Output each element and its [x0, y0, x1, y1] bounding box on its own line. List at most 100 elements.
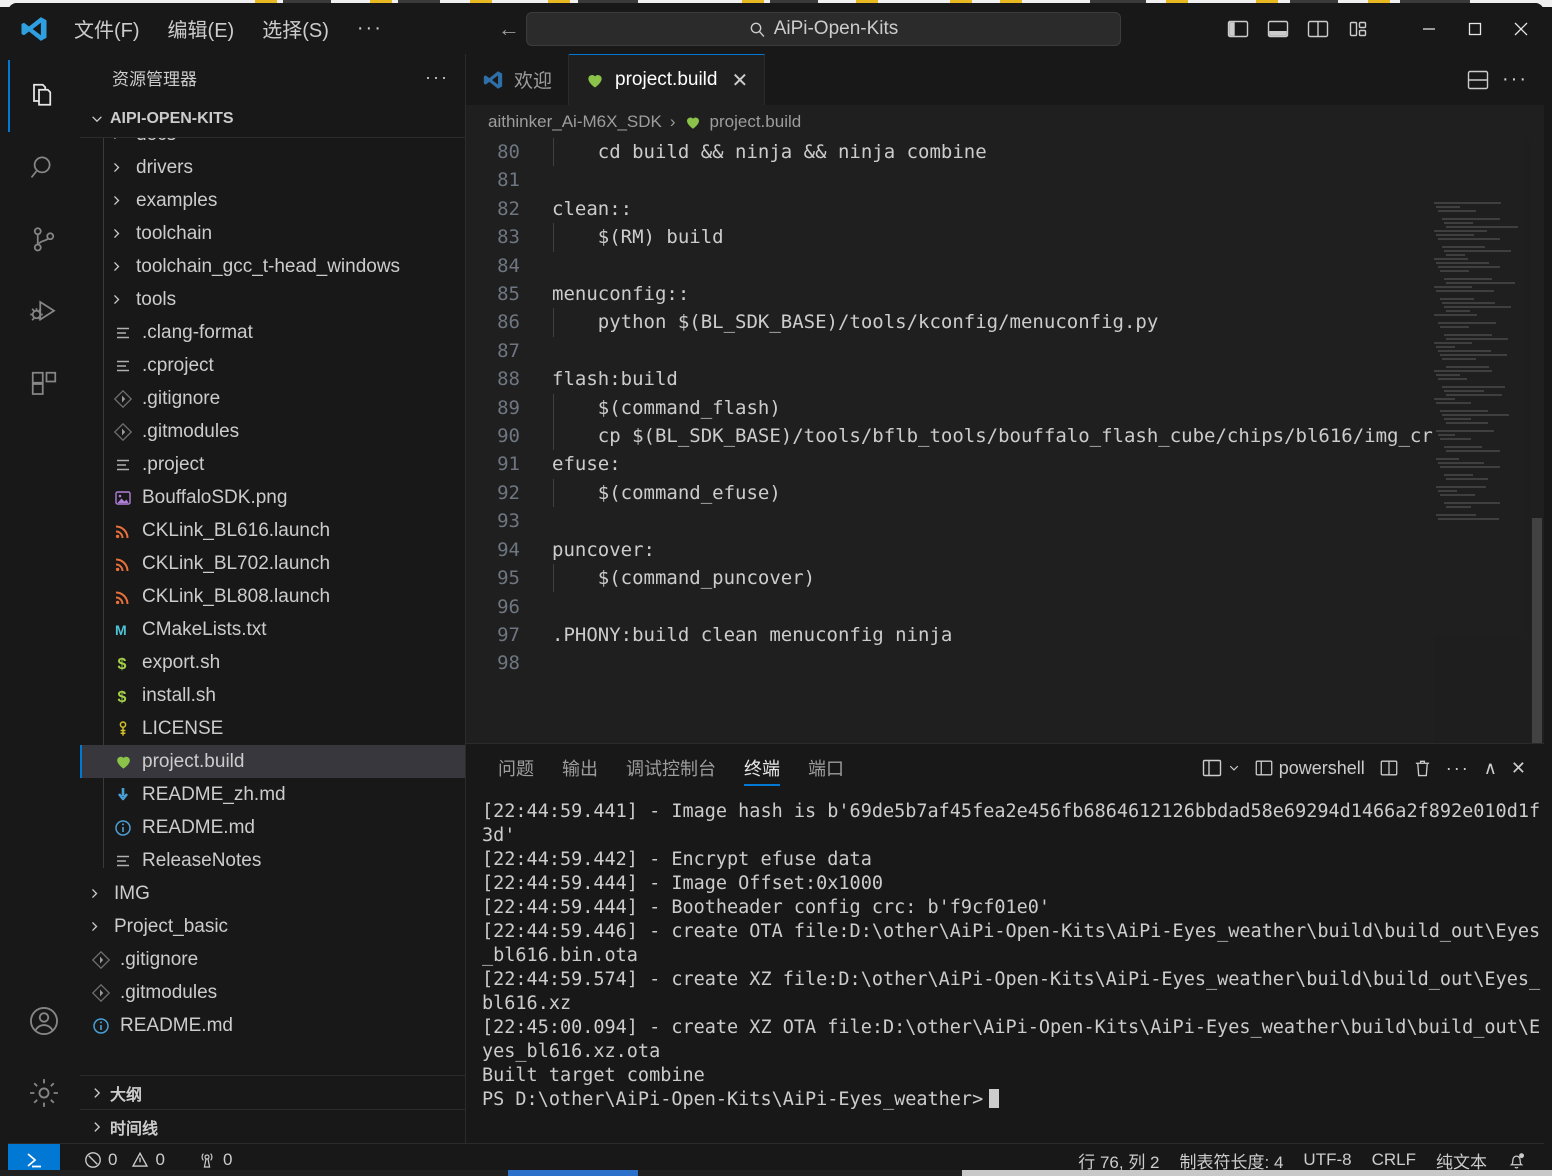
sidebar-section-timeline[interactable]: 时间线 [80, 1109, 465, 1143]
breadcrumb-item-file[interactable]: project.build [710, 112, 802, 132]
tree-item[interactable]: toolchain_gcc_t-head_windows [80, 250, 465, 283]
tree-item[interactable]: ReleaseNotes [80, 844, 465, 877]
code-line[interactable]: menuconfig:: [552, 280, 1544, 308]
tree-item[interactable]: README.md [80, 1009, 465, 1042]
maximize-panel-icon[interactable]: ∧ [1484, 758, 1497, 779]
panel-tab-debug-console[interactable]: 调试控制台 [612, 744, 730, 792]
activity-bar-item-source-control[interactable] [8, 204, 80, 276]
toggle-primary-sidebar-icon[interactable] [1218, 9, 1258, 49]
code-line[interactable] [552, 649, 1544, 677]
tree-item[interactable]: CKLink_BL616.launch [80, 514, 465, 547]
toggle-secondary-sidebar-icon[interactable] [1298, 9, 1338, 49]
tree-item[interactable]: $ export.sh [80, 646, 465, 679]
tree-item[interactable]: BouffaloSDK.png [80, 481, 465, 514]
code-line[interactable]: python $(BL_SDK_BASE)/tools/kconfig/menu… [552, 308, 1544, 336]
breadcrumb-item-folder[interactable]: aithinker_Ai-M6X_SDK [488, 112, 662, 132]
tree-item[interactable]: drivers [80, 151, 465, 184]
code-line[interactable] [552, 593, 1544, 621]
activity-bar-item-explorer[interactable] [8, 60, 80, 132]
split-terminal-icon[interactable] [1379, 758, 1399, 778]
tree-item[interactable]: LICENSE [80, 712, 465, 745]
code-line[interactable] [552, 252, 1544, 280]
launch-profile-button[interactable] [1201, 758, 1240, 778]
code-line[interactable]: cd build && ninja && ninja combine [552, 138, 1544, 166]
split-editor-icon[interactable] [1466, 69, 1490, 91]
tree-item[interactable]: .gitmodules [80, 415, 465, 448]
activity-bar-item-search[interactable] [8, 132, 80, 204]
menu-file[interactable]: 文件(F) [60, 10, 154, 47]
panel-tab-ports[interactable]: 端口 [794, 744, 858, 792]
code-line[interactable] [552, 507, 1544, 535]
code-line[interactable]: $(RM) build [552, 223, 1544, 251]
panel-more-actions-icon[interactable]: ··· [1446, 758, 1470, 779]
code-editor[interactable]: 80 81 82 83 84 85 86 87 88 89 90 91 92 93 94 95 96 97 98 c… [466, 138, 1544, 743]
terminal-output[interactable]: [22:44:59.441] - Image hash is b'69de5b7… [466, 792, 1544, 1143]
editor-scrollbar-thumb[interactable] [1532, 518, 1542, 743]
tree-item[interactable]: M CMakeLists.txt [80, 613, 465, 646]
tree-item[interactable]: docs [80, 138, 465, 151]
tree-item[interactable]: README_zh.md [80, 778, 465, 811]
window-maximize-button[interactable] [1452, 3, 1498, 54]
tree-item[interactable]: $ install.sh [80, 679, 465, 712]
code-line[interactable]: puncover: [552, 536, 1544, 564]
code-line[interactable]: $(command_efuse) [552, 479, 1544, 507]
code-line[interactable]: $(command_puncover) [552, 564, 1544, 592]
code-content[interactable]: cd build && ninja && ninja combine clean… [534, 138, 1544, 743]
tree-item[interactable]: .gitignore [80, 943, 465, 976]
tree-item[interactable]: .project [80, 448, 465, 481]
command-center[interactable]: AiPi-Open-Kits [526, 12, 1121, 46]
tree-item[interactable]: .cproject [80, 349, 465, 382]
tree-item[interactable]: CKLink_BL808.launch [80, 580, 465, 613]
editor-scrollbar[interactable] [1530, 138, 1544, 743]
code-line[interactable]: cp $(BL_SDK_BASE)/tools/bflb_tools/bouff… [552, 422, 1544, 450]
code-line[interactable] [552, 166, 1544, 194]
tree-item[interactable]: CKLink_BL702.launch [80, 547, 465, 580]
code-line[interactable]: flash:build [552, 365, 1544, 393]
toggle-panel-icon[interactable] [1258, 9, 1298, 49]
window-close-button[interactable] [1498, 3, 1544, 54]
activity-bar-item-accounts[interactable] [8, 985, 80, 1057]
file-tree[interactable]: docs drivers examples toolchain toolchain_gc… [80, 137, 465, 1075]
breadcrumb[interactable]: aithinker_Ai-M6X_SDK › project.build [466, 105, 1544, 138]
sidebar-section-outline[interactable]: 大纲 [80, 1075, 465, 1109]
tree-item[interactable]: project.build [80, 745, 465, 778]
editor-more-actions-icon[interactable]: ··· [1502, 68, 1528, 91]
menu-selection[interactable]: 选择(S) [248, 10, 343, 47]
panel-tab-terminal[interactable]: 终端 [730, 744, 794, 792]
panel-tab-output[interactable]: 输出 [548, 744, 612, 792]
menu-bar[interactable]: 文件(F) 编辑(E) 选择(S) ··· [60, 10, 397, 47]
tree-item[interactable]: toolchain [80, 217, 465, 250]
close-panel-icon[interactable]: ✕ [1511, 758, 1526, 779]
kill-terminal-icon[interactable] [1413, 758, 1432, 778]
activity-bar-item-settings[interactable] [8, 1057, 80, 1129]
panel-tab-problems[interactable]: 问题 [484, 744, 548, 792]
tree-item[interactable]: tools [80, 283, 465, 316]
menu-edit[interactable]: 编辑(E) [154, 10, 249, 47]
tree-item[interactable]: Project_basic [80, 910, 465, 943]
terminal-prompt[interactable]: PS D:\other\AiPi-Open-Kits\AiPi-Eyes_wea… [482, 1088, 1544, 1112]
code-line[interactable] [552, 337, 1544, 365]
tab-close-icon[interactable]: ✕ [731, 68, 748, 93]
back-arrow-icon[interactable]: ← [493, 13, 525, 45]
customize-layout-icon[interactable] [1338, 9, 1378, 49]
activity-bar-item-run-and-debug[interactable] [8, 276, 80, 348]
tree-item[interactable]: .clang-format [80, 316, 465, 349]
tree-item[interactable]: README.md [80, 811, 465, 844]
terminal-shell-entry[interactable]: powershell [1254, 758, 1365, 779]
minimap[interactable] [1434, 138, 1530, 743]
code-line[interactable]: clean:: [552, 195, 1544, 223]
activity-bar-item-extensions[interactable] [8, 348, 80, 420]
window-minimize-button[interactable] [1406, 3, 1452, 54]
code-line[interactable]: .PHONY:build clean menuconfig ninja [552, 621, 1544, 649]
code-line[interactable]: efuse: [552, 450, 1544, 478]
explorer-root-folder[interactable]: AIPI-OPEN-KITS [80, 101, 465, 137]
tab-welcome[interactable]: 欢迎 [466, 54, 570, 105]
tree-item[interactable]: .gitmodules [80, 976, 465, 1009]
tree-item[interactable]: .gitignore [80, 382, 465, 415]
tab-project-build[interactable]: project.build ✕ [569, 54, 766, 105]
sidebar-more-actions-button[interactable]: ··· [425, 67, 449, 88]
tree-item[interactable]: IMG [80, 877, 465, 910]
tree-item[interactable]: examples [80, 184, 465, 217]
menu-overflow-button[interactable]: ··· [343, 13, 397, 44]
code-line[interactable]: $(command_flash) [552, 394, 1544, 422]
